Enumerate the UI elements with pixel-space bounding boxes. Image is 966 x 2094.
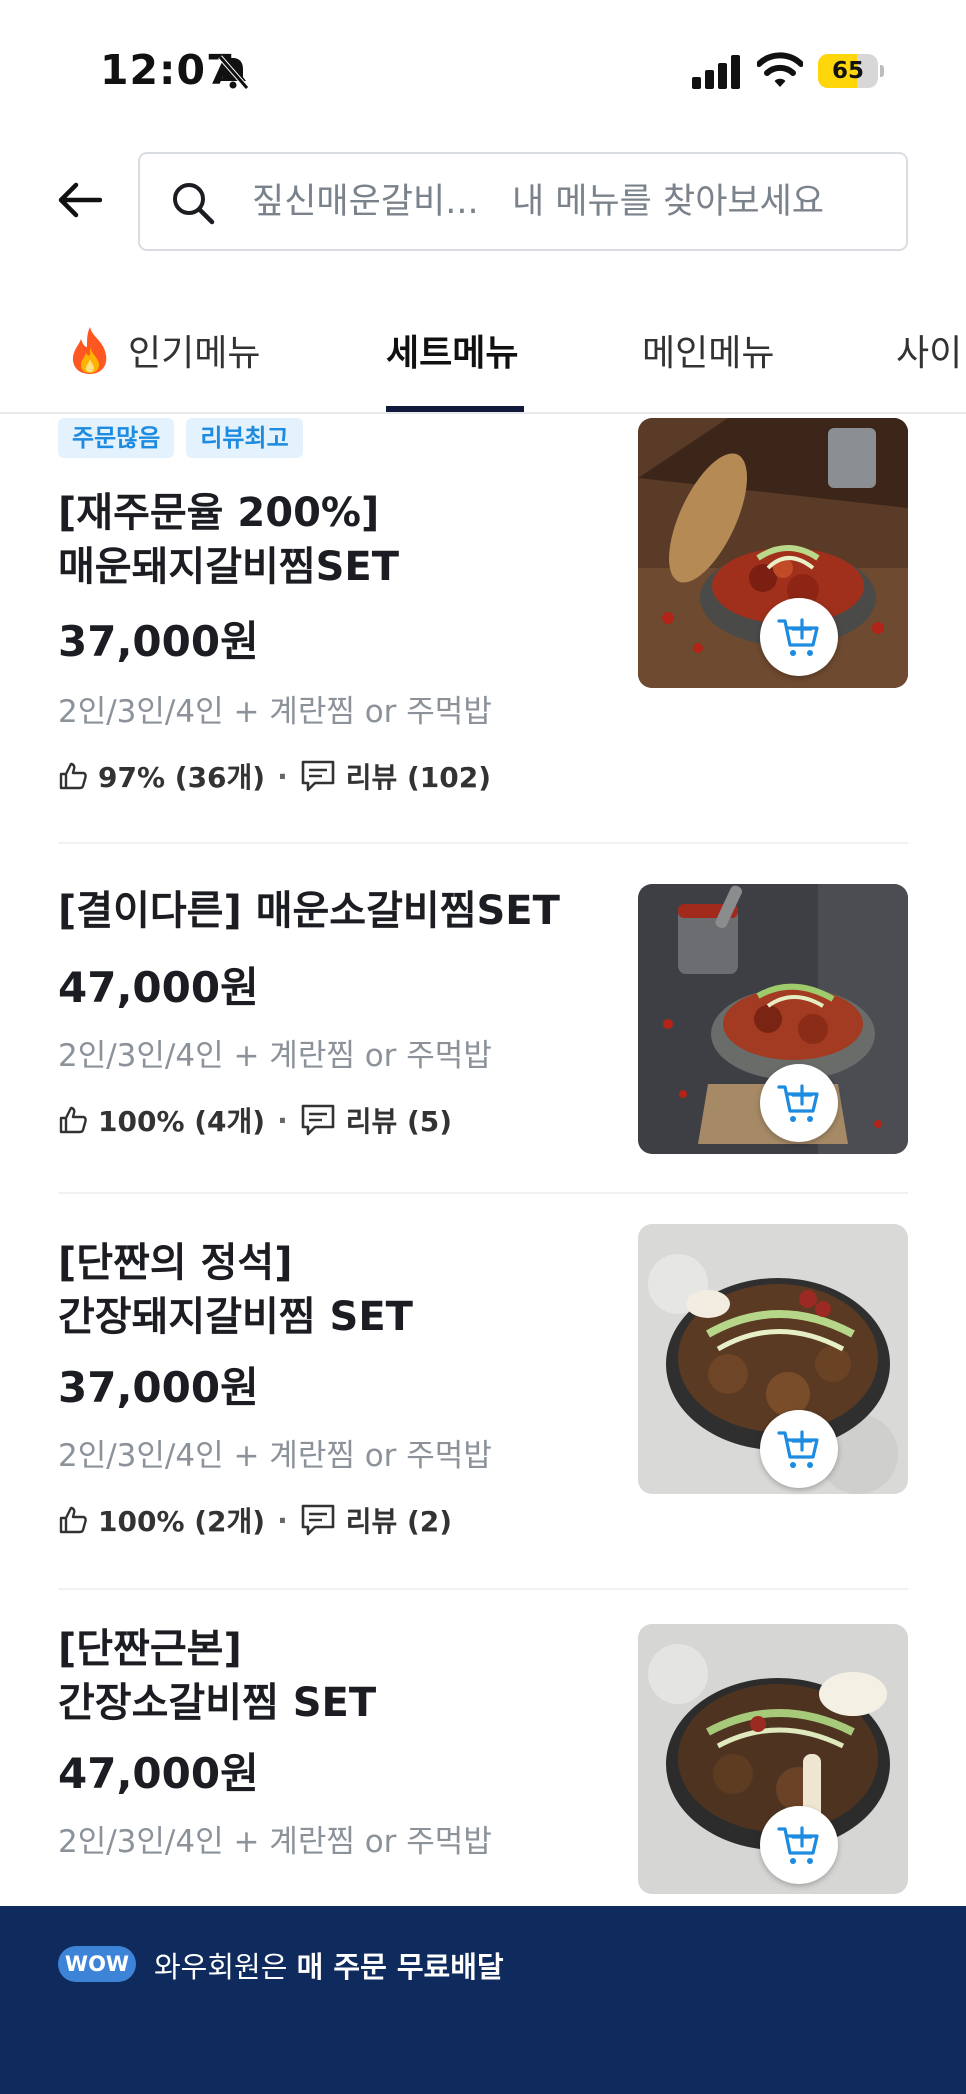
bell-muted-icon: [218, 55, 249, 90]
menu-list: 주문많음 리뷰최고 [재주문율 200%] 매운돼지갈비찜SET 37,000원…: [0, 416, 966, 1906]
add-to-cart-button[interactable]: [760, 1064, 838, 1142]
banner-text: 와우회원은 매 주문 무료배달: [154, 1944, 504, 1986]
thumbs-up-icon: [59, 762, 87, 790]
item-title: [단짠의 정석] 간장돼지갈비찜 SET: [58, 1240, 413, 1340]
like-rate: 97% (36개): [98, 761, 266, 794]
review-count: 리뷰 (102): [345, 761, 492, 794]
item-price: 47,000원: [58, 1749, 259, 1798]
comment-icon: [301, 1104, 335, 1136]
tab-popular[interactable]: 인기메뉴: [68, 320, 260, 380]
menu-item[interactable]: [결이다른] 매운소갈비찜SET 47,000원 2인/3인/4인 + 계란찜 …: [58, 844, 908, 1194]
item-price: 37,000원: [58, 617, 259, 666]
badge-group: 주문많음 리뷰최고: [58, 418, 303, 458]
tab-side-menu-label: 사이: [896, 333, 963, 374]
thumbs-up-icon: [59, 1506, 87, 1534]
comment-icon: [301, 1504, 335, 1536]
wifi-icon: [757, 52, 803, 87]
item-title: [재주문율 200%] 매운돼지갈비찜SET: [58, 490, 400, 590]
item-stats: 100% (4개) · 리뷰 (5): [58, 1100, 452, 1140]
item-stats: 97% (36개) · 리뷰 (102): [58, 756, 491, 796]
signal-icon: [692, 55, 740, 89]
active-tab-indicator: [386, 406, 524, 412]
item-description: 2인/3인/4인 + 계란찜 or 주먹밥: [58, 1438, 492, 1474]
banner-text-highlight: 매 주문 무료배달: [296, 1950, 504, 1984]
menu-item[interactable]: [단짠의 정석] 간장돼지갈비찜 SET 37,000원 2인/3인/4인 + …: [58, 1194, 908, 1590]
cart-plus-icon: [777, 618, 819, 656]
comment-icon: [301, 760, 335, 792]
badge-top-review: 리뷰최고: [186, 418, 303, 458]
status-bar: 12:07 65: [0, 0, 966, 140]
back-button[interactable]: [50, 170, 110, 230]
search-box[interactable]: [138, 152, 908, 251]
search-input[interactable]: [252, 174, 892, 230]
fire-icon: [72, 327, 107, 374]
cart-plus-icon: [777, 1826, 819, 1864]
review-count: 리뷰 (5): [345, 1105, 453, 1138]
like-rate: 100% (4개): [98, 1105, 266, 1138]
wow-membership-banner[interactable]: WOW 와우회원은 매 주문 무료배달: [0, 1906, 966, 2094]
tab-main-menu[interactable]: 메인메뉴: [642, 320, 774, 380]
tab-main-menu-label: 메인메뉴: [642, 333, 775, 374]
review-count: 리뷰 (2): [345, 1505, 453, 1538]
add-to-cart-button[interactable]: [760, 1410, 838, 1488]
battery-level: 65: [831, 58, 864, 84]
badge-popular-orders: 주문많음: [58, 418, 175, 458]
tab-popular-label: 인기메뉴: [128, 333, 261, 374]
banner-text-prefix: 와우회원은: [154, 1950, 297, 1984]
cart-plus-icon: [777, 1084, 819, 1122]
item-description: 2인/3인/4인 + 계란찜 or 주먹밥: [58, 694, 492, 730]
wow-badge: WOW: [58, 1946, 136, 1982]
item-price: 47,000원: [58, 963, 259, 1012]
cart-plus-icon: [777, 1430, 819, 1468]
tab-side-menu[interactable]: 사이: [896, 320, 962, 380]
item-stats: 100% (2개) · 리뷰 (2): [58, 1500, 452, 1540]
like-rate: 100% (2개): [98, 1505, 266, 1538]
item-description: 2인/3인/4인 + 계란찜 or 주먹밥: [58, 1824, 492, 1860]
tab-set-menu[interactable]: 세트메뉴: [386, 320, 518, 380]
thumbs-up-icon: [59, 1106, 87, 1134]
tab-set-menu-label: 세트메뉴: [386, 333, 519, 374]
add-to-cart-button[interactable]: [760, 1806, 838, 1884]
battery-indicator: 65: [818, 54, 884, 88]
category-tabs: 인기메뉴 세트메뉴 메인메뉴 사이: [0, 290, 966, 414]
arrow-left-icon: [58, 182, 102, 218]
search-icon: [173, 183, 215, 225]
add-to-cart-button[interactable]: [760, 598, 838, 676]
item-description: 2인/3인/4인 + 계란찜 or 주먹밥: [58, 1038, 492, 1074]
item-title: [결이다른] 매운소갈비찜SET: [58, 888, 560, 934]
item-title: [단짠근본] 간장소갈비찜 SET: [58, 1626, 377, 1726]
item-price: 37,000원: [58, 1363, 259, 1412]
